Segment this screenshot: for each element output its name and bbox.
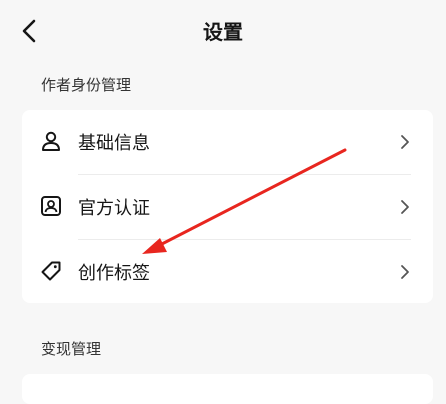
id-badge-icon [41,196,61,216]
settings-item-official-verification[interactable]: 官方认证 [22,175,433,239]
monetization-card [22,374,433,404]
section-label-monetization: 变现管理 [41,340,102,358]
settings-item-creative-tags[interactable]: 创作标签 [22,240,433,304]
author-identity-card: 基础信息 官方认证 创作标签 [22,110,433,303]
section-label-author-identity: 作者身份管理 [41,76,132,94]
settings-item-label: 创作标签 [78,263,150,284]
chevron-right-icon [401,135,409,149]
page-title: 设置 [203,20,243,44]
chevron-right-icon [401,265,409,279]
settings-item-label: 官方认证 [78,198,150,219]
chevron-right-icon [401,200,409,214]
settings-item-basic-info[interactable]: 基础信息 [22,110,433,174]
top-bar: 设置 [0,0,446,62]
settings-item-label: 基础信息 [78,133,150,154]
person-icon [42,131,60,151]
tag-icon [41,261,61,281]
